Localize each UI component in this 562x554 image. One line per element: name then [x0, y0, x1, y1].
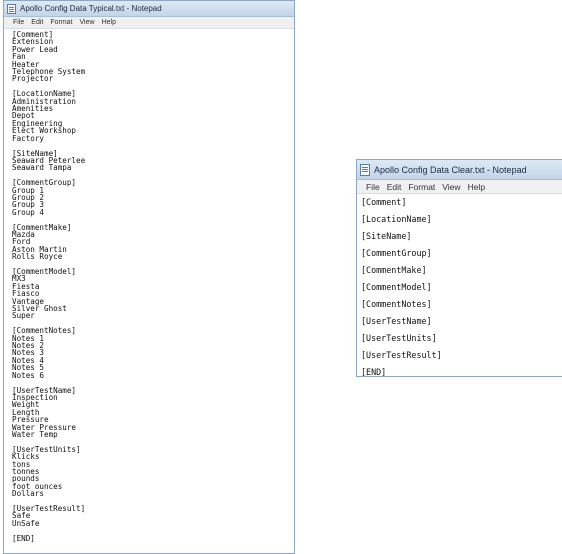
text-line: Super: [12, 311, 35, 321]
text-line: [UserTestResult]: [12, 504, 86, 513]
menu-file[interactable]: File: [13, 19, 24, 26]
text-line: Notes 1: [12, 333, 45, 343]
text-line: Length: [12, 407, 40, 417]
text-line: [END]: [361, 367, 387, 377]
text-line: [CommentModel]: [12, 267, 77, 276]
text-line: Silver Ghost: [12, 304, 67, 314]
text-line: [UserTestName]: [361, 316, 432, 326]
text-line: Power Lead: [12, 44, 58, 54]
menu-view[interactable]: View: [80, 19, 95, 26]
text-line: foot ounces: [12, 481, 63, 491]
text-line: [UserTestUnits]: [12, 444, 81, 454]
text-line: tons: [12, 459, 31, 469]
menu-bar: File Edit Format View Help: [4, 17, 294, 29]
text-editor[interactable]: [Comment] [LocationName] [SiteName] [Commen…: [357, 194, 562, 377]
text-line: Notes 5: [12, 363, 45, 373]
menu-format[interactable]: Format: [50, 19, 72, 26]
text-line: tonnes: [12, 466, 40, 476]
text-line: [END]: [12, 533, 35, 543]
menu-view[interactable]: View: [442, 182, 460, 192]
text-line: Group 3: [12, 200, 45, 210]
text-line: Safe: [12, 511, 31, 521]
text-line: [UserTestResult]: [361, 350, 442, 360]
text-line: Mazda: [12, 229, 35, 239]
menu-help[interactable]: Help: [102, 19, 116, 26]
text-line: [CommentGroup]: [12, 178, 77, 188]
text-line: [CommentMake]: [361, 265, 427, 275]
text-line: Group 2: [12, 192, 45, 202]
text-line: Inspection: [12, 392, 58, 402]
text-line: Fan: [12, 52, 26, 62]
menu-help[interactable]: Help: [468, 182, 485, 192]
text-line: [CommentMake]: [12, 222, 72, 232]
text-line: [CommentNotes]: [361, 299, 432, 309]
text-line: Notes 6: [12, 370, 45, 380]
text-line: [SiteName]: [361, 231, 412, 241]
menu-edit[interactable]: Edit: [31, 19, 43, 26]
text-line: Group 4: [12, 207, 45, 217]
title-bar[interactable]: Apollo Config Data Clear.txt - Notepad: [357, 160, 562, 180]
text-line: Notes 4: [12, 355, 45, 365]
text-line: Notes 3: [12, 348, 45, 358]
text-line: Telephone System: [12, 67, 86, 77]
notepad-icon: [7, 3, 16, 14]
text-line: [12, 527, 294, 534]
text-line: Seaward Tampa: [12, 163, 72, 173]
text-editor[interactable]: [Comment] Extension Power Lead Fan Heater Tel…: [4, 29, 294, 542]
title-bar[interactable]: Apollo Config Data Typical.txt - Notepad: [4, 1, 294, 17]
text-line: Elect Workshop: [12, 126, 77, 136]
text-line: [UserTestUnits]: [361, 333, 437, 343]
text-line: Administration: [12, 96, 77, 106]
text-line: Water Temp: [12, 429, 58, 439]
text-line: [CommentGroup]: [361, 248, 432, 258]
window-title: Apollo Config Data Clear.txt - Notepad: [374, 164, 527, 175]
menu-edit[interactable]: Edit: [387, 182, 402, 192]
menu-file[interactable]: File: [366, 182, 380, 192]
text-line: [CommentModel]: [361, 282, 432, 292]
text-line: UnSafe: [12, 518, 40, 528]
notepad-window-typical[interactable]: Apollo Config Data Typical.txt - Notepad…: [3, 0, 295, 554]
text-line: Projector: [12, 74, 54, 84]
text-line: Factory: [12, 133, 45, 143]
menu-bar: File Edit Format View Help: [357, 180, 562, 194]
text-line: MX3: [12, 274, 26, 284]
text-line: Weight: [12, 400, 40, 410]
text-line: [CommentNotes]: [12, 326, 77, 336]
menu-format[interactable]: Format: [408, 182, 435, 192]
text-line: [Comment]: [12, 30, 54, 39]
text-line: Notes 2: [12, 341, 45, 351]
text-line: Dollars: [12, 489, 45, 499]
window-title: Apollo Config Data Typical.txt - Notepad: [20, 4, 162, 13]
text-line: Rolls Royce: [12, 252, 63, 262]
notepad-window-clear[interactable]: Apollo Config Data Clear.txt - Notepad F…: [356, 159, 562, 377]
text-line: Fiasco: [12, 289, 40, 299]
text-line: [Comment]: [361, 197, 407, 207]
text-line: Fiesta: [12, 281, 40, 291]
text-line: [LocationName]: [361, 214, 432, 224]
text-line: Amenities: [12, 104, 54, 114]
text-line: Group 1: [12, 185, 45, 195]
text-line: Klicks: [12, 452, 40, 462]
notepad-icon: [360, 163, 370, 176]
